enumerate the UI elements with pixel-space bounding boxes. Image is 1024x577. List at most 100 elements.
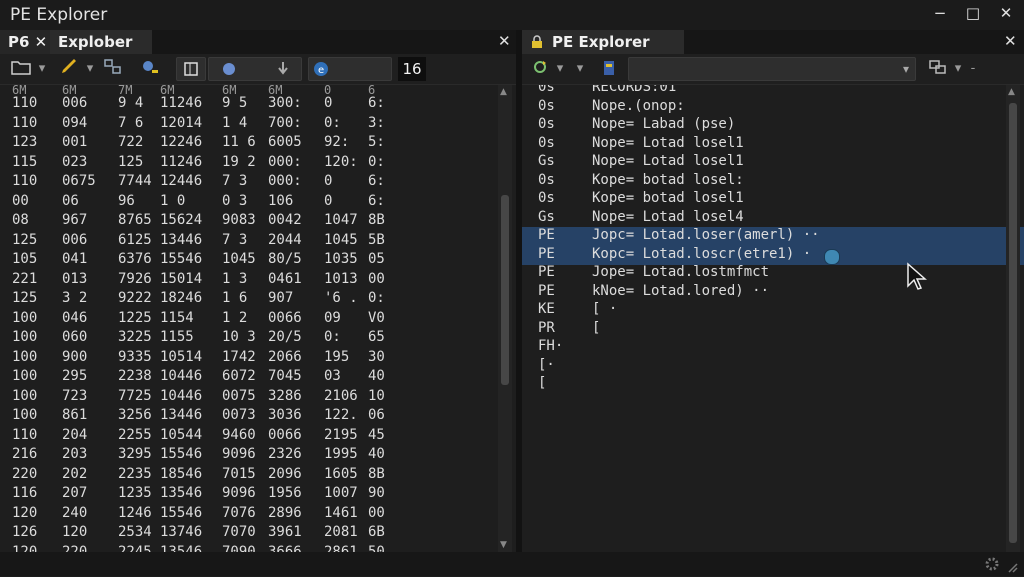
table-cell: 6376 — [118, 251, 152, 267]
right-scrollbar[interactable]: ▲ — [1006, 85, 1020, 552]
path-dropdown[interactable]: ▾ — [628, 57, 916, 81]
table-cell: 106 — [268, 192, 294, 209]
table-cell: 8765 — [118, 212, 152, 228]
table-cell: 2081 — [324, 524, 358, 540]
search-icon[interactable] — [138, 59, 162, 79]
grid-view-button[interactable] — [176, 57, 206, 81]
table-cell: 00 — [368, 504, 385, 521]
table-cell: 0 — [324, 95, 333, 111]
table-cell: 110 — [12, 95, 38, 111]
table-cell: 1 2 — [222, 309, 248, 326]
folder-icon[interactable] — [8, 59, 34, 79]
table-cell: 216 — [12, 446, 38, 462]
table-cell: 000: — [268, 173, 302, 189]
tab-pe-explorer[interactable]: PE Explorer — [522, 30, 684, 54]
list-item[interactable]: PE Jopc= Lotad.loser(amerl) ·· — [522, 227, 1024, 246]
network-icon[interactable] — [102, 59, 124, 79]
table-cell: 45 — [368, 426, 385, 443]
table-cell: 1155 — [160, 329, 194, 345]
list-item[interactable]: Gs Nope= Lotad losel1 — [522, 153, 1024, 172]
list-item[interactable]: 0s Nope= Labad (pse) — [522, 116, 1024, 135]
chevron-down-icon[interactable]: ▾ — [84, 59, 96, 79]
minimize-button[interactable]: − — [930, 4, 950, 22]
address-field[interactable]: e — [308, 57, 392, 81]
table-cell: 006 — [62, 231, 88, 248]
list-item[interactable]: [ — [522, 375, 1024, 394]
scrollbar-thumb[interactable] — [501, 195, 509, 385]
table-cell: 220 — [62, 543, 88, 553]
svg-text:e: e — [318, 65, 324, 76]
scrollbar-thumb[interactable] — [1009, 103, 1017, 543]
chevron-down-icon[interactable]: ▾ — [554, 59, 566, 79]
table-cell: 0075 — [222, 387, 256, 404]
list-item[interactable]: KE [ · — [522, 301, 1024, 320]
refresh-icon[interactable] — [530, 59, 552, 79]
item-type: Gs — [538, 208, 555, 225]
table-cell: '6 . — [324, 290, 358, 306]
list-item[interactable]: PE kNoe= Lotad.lored) ·· — [522, 283, 1024, 302]
list-item[interactable]: PE Jope= Lotad.lostmfmct — [522, 264, 1024, 283]
tab-p6[interactable]: P6 ✕ — [0, 30, 56, 54]
table-cell: 08 — [12, 212, 29, 228]
pencil-icon[interactable] — [58, 59, 82, 79]
table-cell: 65 — [368, 329, 385, 345]
maximize-button[interactable]: □ — [963, 4, 983, 22]
value-field[interactable]: 16 — [398, 57, 426, 81]
table-cell: 18246 — [160, 290, 203, 306]
table-cell: 100 — [12, 387, 38, 404]
debug-button-group[interactable] — [208, 57, 302, 81]
mouse-cursor-icon — [906, 262, 928, 296]
close-pane-button[interactable]: ✕ — [498, 32, 511, 50]
scroll-up-icon[interactable]: ▲ — [500, 87, 507, 97]
list-item[interactable]: FH· — [522, 338, 1024, 357]
item-type: PE — [538, 245, 555, 262]
list-item[interactable]: PR [ — [522, 320, 1024, 339]
list-item[interactable]: Gs Nope= Lotad losel4 — [522, 209, 1024, 228]
chevron-down-icon[interactable]: ▾ — [36, 59, 48, 79]
table-cell: 060 — [62, 329, 88, 345]
list-item[interactable]: 0s Nope= Lotad losel1 — [522, 135, 1024, 154]
table-cell: 0: — [324, 329, 341, 345]
table-cell: 7045 — [268, 368, 302, 384]
table-cell: 2066 — [268, 348, 302, 365]
list-item[interactable]: 0s Kope= botad losel: — [522, 172, 1024, 191]
item-type: KE — [538, 301, 555, 317]
table-cell: 12446 — [160, 173, 203, 189]
table-cell: 2326 — [268, 446, 302, 462]
table-cell: 1 3 — [222, 270, 248, 287]
list-item[interactable]: 0s Nope.(onop: — [522, 98, 1024, 117]
left-scrollbar[interactable]: ▲ ▼ — [498, 85, 512, 552]
layout-icon[interactable] — [926, 59, 950, 79]
table-cell: 15546 — [160, 446, 203, 462]
table-cell: 15546 — [160, 504, 203, 521]
list-item[interactable]: 0s Kope= botad losel1 — [522, 190, 1024, 209]
module-icon[interactable] — [598, 59, 620, 79]
list-item[interactable]: PE Kopc= Lotad.loscr(etre1) · — [522, 245, 1024, 265]
table-cell: 2861 — [324, 543, 358, 553]
table-cell: 13546 — [160, 485, 203, 501]
tab-explober[interactable]: Explober — [50, 30, 152, 54]
resize-grip-icon[interactable] — [1006, 558, 1018, 573]
chevron-down-icon[interactable]: ▾ — [952, 59, 964, 79]
table-cell: 1 4 — [222, 114, 248, 131]
chevron-down-icon[interactable]: ▾ — [574, 59, 586, 79]
table-cell: 1995 — [324, 446, 358, 462]
table-cell: 6005 — [268, 134, 302, 150]
table-cell: 1235 — [118, 485, 152, 501]
table-cell: 100 — [12, 368, 38, 384]
scroll-down-icon[interactable]: ▼ — [500, 540, 507, 550]
close-pane-button[interactable]: ✕ — [1004, 32, 1017, 50]
scroll-up-icon[interactable]: ▲ — [1008, 87, 1015, 97]
close-window-button[interactable]: ✕ — [996, 4, 1016, 22]
more-icon[interactable]: ‐ — [966, 59, 980, 79]
list-item[interactable]: [· — [522, 357, 1024, 376]
table-cell: 300: — [268, 95, 302, 111]
item-value: Kope= botad losel: — [592, 171, 744, 188]
table-cell: 041 — [62, 251, 88, 267]
list-item[interactable]: 0s RECORDS:01 — [522, 85, 1024, 98]
settings-icon[interactable] — [984, 556, 1000, 576]
table-cell: 006 — [62, 95, 88, 111]
table-cell: 1013 — [324, 270, 358, 287]
item-value: Nope= Lotad losel1 — [592, 153, 744, 169]
item-value: Jopc= Lotad.loser(amerl) ·· — [592, 227, 820, 243]
